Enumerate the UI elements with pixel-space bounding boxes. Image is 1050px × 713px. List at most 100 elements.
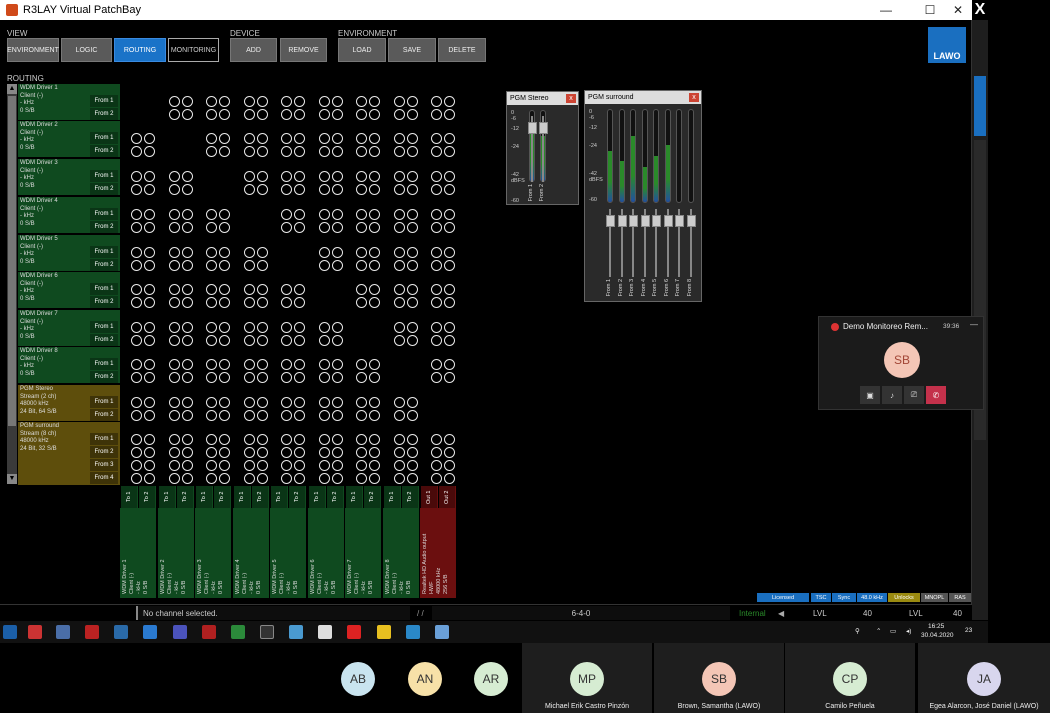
route-crosspoint[interactable] bbox=[369, 410, 380, 421]
route-crosspoint[interactable] bbox=[257, 359, 268, 370]
env-save-button[interactable]: SAVE bbox=[388, 38, 436, 62]
route-crosspoint[interactable] bbox=[407, 460, 418, 471]
route-crosspoint[interactable] bbox=[144, 473, 155, 484]
route-crosspoint[interactable] bbox=[332, 335, 343, 346]
monitor-icon[interactable] bbox=[143, 625, 157, 639]
route-crosspoint[interactable] bbox=[257, 460, 268, 471]
route-crosspoint[interactable] bbox=[182, 322, 193, 333]
meter-window-titlebar[interactable]: PGM Stereo x bbox=[507, 92, 578, 105]
route-crosspoint[interactable] bbox=[244, 184, 255, 195]
route-crosspoint[interactable] bbox=[319, 247, 330, 258]
route-crosspoint[interactable] bbox=[394, 397, 405, 408]
route-crosspoint[interactable] bbox=[169, 410, 180, 421]
route-crosspoint[interactable] bbox=[131, 184, 142, 195]
route-crosspoint[interactable] bbox=[257, 473, 268, 484]
destination-column[interactable]: To 1 To 2 WDM Driver 6 Client (-) - kHz 0 … bbox=[308, 486, 344, 598]
route-crosspoint[interactable] bbox=[356, 397, 367, 408]
route-crosspoint[interactable] bbox=[319, 322, 330, 333]
route-crosspoint[interactable] bbox=[219, 260, 230, 271]
source-port[interactable]: From 2 bbox=[90, 371, 118, 383]
route-crosspoint[interactable] bbox=[244, 96, 255, 107]
source-port[interactable]: From 1 bbox=[90, 132, 118, 144]
route-crosspoint[interactable] bbox=[431, 434, 442, 445]
route-crosspoint[interactable] bbox=[281, 184, 292, 195]
route-crosspoint[interactable] bbox=[369, 372, 380, 383]
route-crosspoint[interactable] bbox=[407, 434, 418, 445]
source-port[interactable]: From 1 bbox=[90, 433, 118, 445]
route-crosspoint[interactable] bbox=[169, 284, 180, 295]
route-crosspoint[interactable] bbox=[182, 335, 193, 346]
fader-knob[interactable] bbox=[606, 215, 615, 227]
view-logic-button[interactable]: LOGIC bbox=[61, 38, 112, 62]
route-crosspoint[interactable] bbox=[206, 109, 217, 120]
route-crosspoint[interactable] bbox=[206, 372, 217, 383]
destination-port[interactable]: To 2 bbox=[213, 486, 230, 508]
route-crosspoint[interactable] bbox=[131, 247, 142, 258]
route-crosspoint[interactable] bbox=[206, 359, 217, 370]
route-crosspoint[interactable] bbox=[369, 184, 380, 195]
route-crosspoint[interactable] bbox=[319, 434, 330, 445]
route-crosspoint[interactable] bbox=[431, 247, 442, 258]
source-row[interactable]: PGM Stereo Stream (2 ch) 48000 kHz 24 Bit, … bbox=[18, 385, 120, 421]
route-crosspoint[interactable] bbox=[219, 96, 230, 107]
route-crosspoint[interactable] bbox=[394, 297, 405, 308]
route-crosspoint[interactable] bbox=[407, 335, 418, 346]
route-crosspoint[interactable] bbox=[332, 133, 343, 144]
route-crosspoint[interactable] bbox=[369, 109, 380, 120]
level-2-value[interactable]: 40 bbox=[953, 606, 971, 620]
route-crosspoint[interactable] bbox=[369, 209, 380, 220]
route-crosspoint[interactable] bbox=[219, 297, 230, 308]
route-crosspoint[interactable] bbox=[206, 322, 217, 333]
scroll-thumb[interactable] bbox=[8, 96, 16, 426]
source-port[interactable]: From 2 bbox=[90, 145, 118, 157]
source-row[interactable]: WDM Driver 7 Client (-) - kHz 0 S/B From 1 Fr… bbox=[18, 310, 120, 346]
destination-port[interactable]: To 2 bbox=[288, 486, 305, 508]
route-crosspoint[interactable] bbox=[319, 146, 330, 157]
route-crosspoint[interactable] bbox=[394, 322, 405, 333]
route-crosspoint[interactable] bbox=[332, 473, 343, 484]
route-crosspoint[interactable] bbox=[444, 473, 455, 484]
route-crosspoint[interactable] bbox=[244, 109, 255, 120]
route-crosspoint[interactable] bbox=[244, 434, 255, 445]
route-crosspoint[interactable] bbox=[294, 222, 305, 233]
source-port[interactable]: From 1 bbox=[90, 246, 118, 258]
route-crosspoint[interactable] bbox=[281, 133, 292, 144]
route-crosspoint[interactable] bbox=[257, 322, 268, 333]
route-crosspoint[interactable] bbox=[257, 372, 268, 383]
route-crosspoint[interactable] bbox=[281, 297, 292, 308]
destination-column[interactable]: To 1 To 2 WDM Driver 2 Client (-) - kHz 0 … bbox=[158, 486, 194, 598]
route-crosspoint[interactable] bbox=[219, 447, 230, 458]
network-icon[interactable] bbox=[3, 625, 17, 639]
route-crosspoint[interactable] bbox=[131, 284, 142, 295]
route-crosspoint[interactable] bbox=[257, 109, 268, 120]
route-crosspoint[interactable] bbox=[369, 146, 380, 157]
route-crosspoint[interactable] bbox=[244, 247, 255, 258]
route-crosspoint[interactable] bbox=[407, 410, 418, 421]
route-crosspoint[interactable] bbox=[219, 109, 230, 120]
fader-knob[interactable] bbox=[640, 215, 650, 227]
route-crosspoint[interactable] bbox=[431, 372, 442, 383]
route-crosspoint[interactable] bbox=[219, 397, 230, 408]
route-crosspoint[interactable] bbox=[206, 284, 217, 295]
route-crosspoint[interactable] bbox=[131, 297, 142, 308]
route-crosspoint[interactable] bbox=[131, 171, 142, 182]
people-icon[interactable]: ⚲ bbox=[855, 627, 860, 635]
route-crosspoint[interactable] bbox=[332, 372, 343, 383]
route-crosspoint[interactable] bbox=[444, 133, 455, 144]
route-crosspoint[interactable] bbox=[182, 410, 193, 421]
route-crosspoint[interactable] bbox=[369, 247, 380, 258]
route-crosspoint[interactable] bbox=[144, 260, 155, 271]
route-crosspoint[interactable] bbox=[431, 335, 442, 346]
route-crosspoint[interactable] bbox=[244, 397, 255, 408]
route-crosspoint[interactable] bbox=[356, 209, 367, 220]
route-crosspoint[interactable] bbox=[219, 284, 230, 295]
route-crosspoint[interactable] bbox=[369, 447, 380, 458]
route-crosspoint[interactable] bbox=[332, 222, 343, 233]
remote-desktop-icon[interactable] bbox=[114, 625, 128, 639]
fader-knob[interactable] bbox=[675, 215, 684, 227]
route-crosspoint[interactable] bbox=[257, 335, 268, 346]
route-crosspoint[interactable] bbox=[294, 397, 305, 408]
route-crosspoint[interactable] bbox=[407, 322, 418, 333]
route-crosspoint[interactable] bbox=[332, 397, 343, 408]
route-crosspoint[interactable] bbox=[407, 222, 418, 233]
